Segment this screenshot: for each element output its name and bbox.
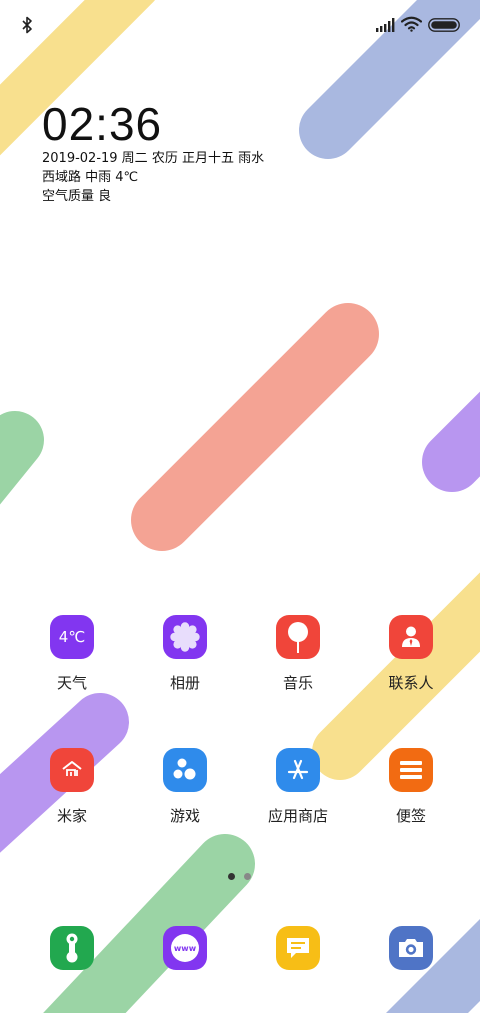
app-label: 相册: [169, 674, 200, 692]
dock-browser[interactable]: www: [129, 926, 241, 970]
wallpaper-stripe-salmon-center: [131, 303, 379, 551]
dock-messages[interactable]: [242, 926, 354, 970]
clock-time[interactable]: 02:36: [42, 100, 264, 148]
status-bar: [0, 0, 480, 50]
games-icon: [163, 748, 207, 792]
page-dot-active[interactable]: [228, 873, 235, 880]
wallpaper-stripe-green-left: [0, 411, 44, 505]
gallery-icon: [163, 615, 207, 659]
weather-icon: 4℃: [50, 615, 94, 659]
weather-icon-temp: 4℃: [58, 628, 86, 646]
app-mijia[interactable]: 米家: [16, 748, 128, 825]
browser-icon: www: [163, 926, 207, 970]
battery-icon: [428, 18, 460, 32]
signal-icon: [376, 18, 395, 32]
dock-phone[interactable]: [16, 926, 128, 970]
notes-icon: [389, 748, 433, 792]
phone-icon: [50, 926, 94, 970]
app-music[interactable]: 音乐: [242, 615, 354, 692]
wifi-icon: [401, 16, 422, 32]
air-quality-line: 空气质量 良: [42, 189, 112, 204]
app-label: 米家: [56, 807, 87, 825]
mijia-icon: [50, 748, 94, 792]
app-games[interactable]: 游戏: [129, 748, 241, 825]
app-label: 音乐: [282, 674, 313, 692]
camera-icon: [389, 926, 433, 970]
app-app-store[interactable]: 应用商店: [242, 748, 354, 825]
app-notes[interactable]: 便签: [355, 748, 467, 825]
music-icon: [276, 615, 320, 659]
weather-line: 西域路 中雨 4℃: [42, 170, 139, 185]
app-label: 便签: [395, 807, 426, 825]
app-label: 天气: [56, 674, 87, 692]
page-dot[interactable]: [244, 873, 251, 880]
date-line: 2019-02-19 周二 农历 正月十五 雨水: [42, 151, 265, 166]
app-label: 应用商店: [267, 807, 328, 825]
contacts-icon: [389, 615, 433, 659]
app-gallery[interactable]: 相册: [129, 615, 241, 692]
page-indicator[interactable]: [226, 873, 256, 881]
app-weather[interactable]: 4℃ 天气: [16, 615, 128, 692]
wallpaper-stripe-purple-right: [422, 391, 480, 492]
app-label: 游戏: [169, 807, 200, 825]
clock-widget[interactable]: 02:36 2019-02-19 周二 农历 正月十五 雨水 西域路 中雨 4℃…: [42, 100, 264, 206]
app-contacts[interactable]: 联系人: [355, 615, 467, 692]
messages-icon: [276, 926, 320, 970]
dock-camera[interactable]: [355, 926, 467, 970]
app-store-icon: [276, 748, 320, 792]
app-label: 联系人: [388, 674, 434, 692]
browser-globe: www: [171, 934, 199, 962]
bluetooth-icon: [22, 16, 32, 34]
browser-icon-text: www: [173, 943, 197, 953]
